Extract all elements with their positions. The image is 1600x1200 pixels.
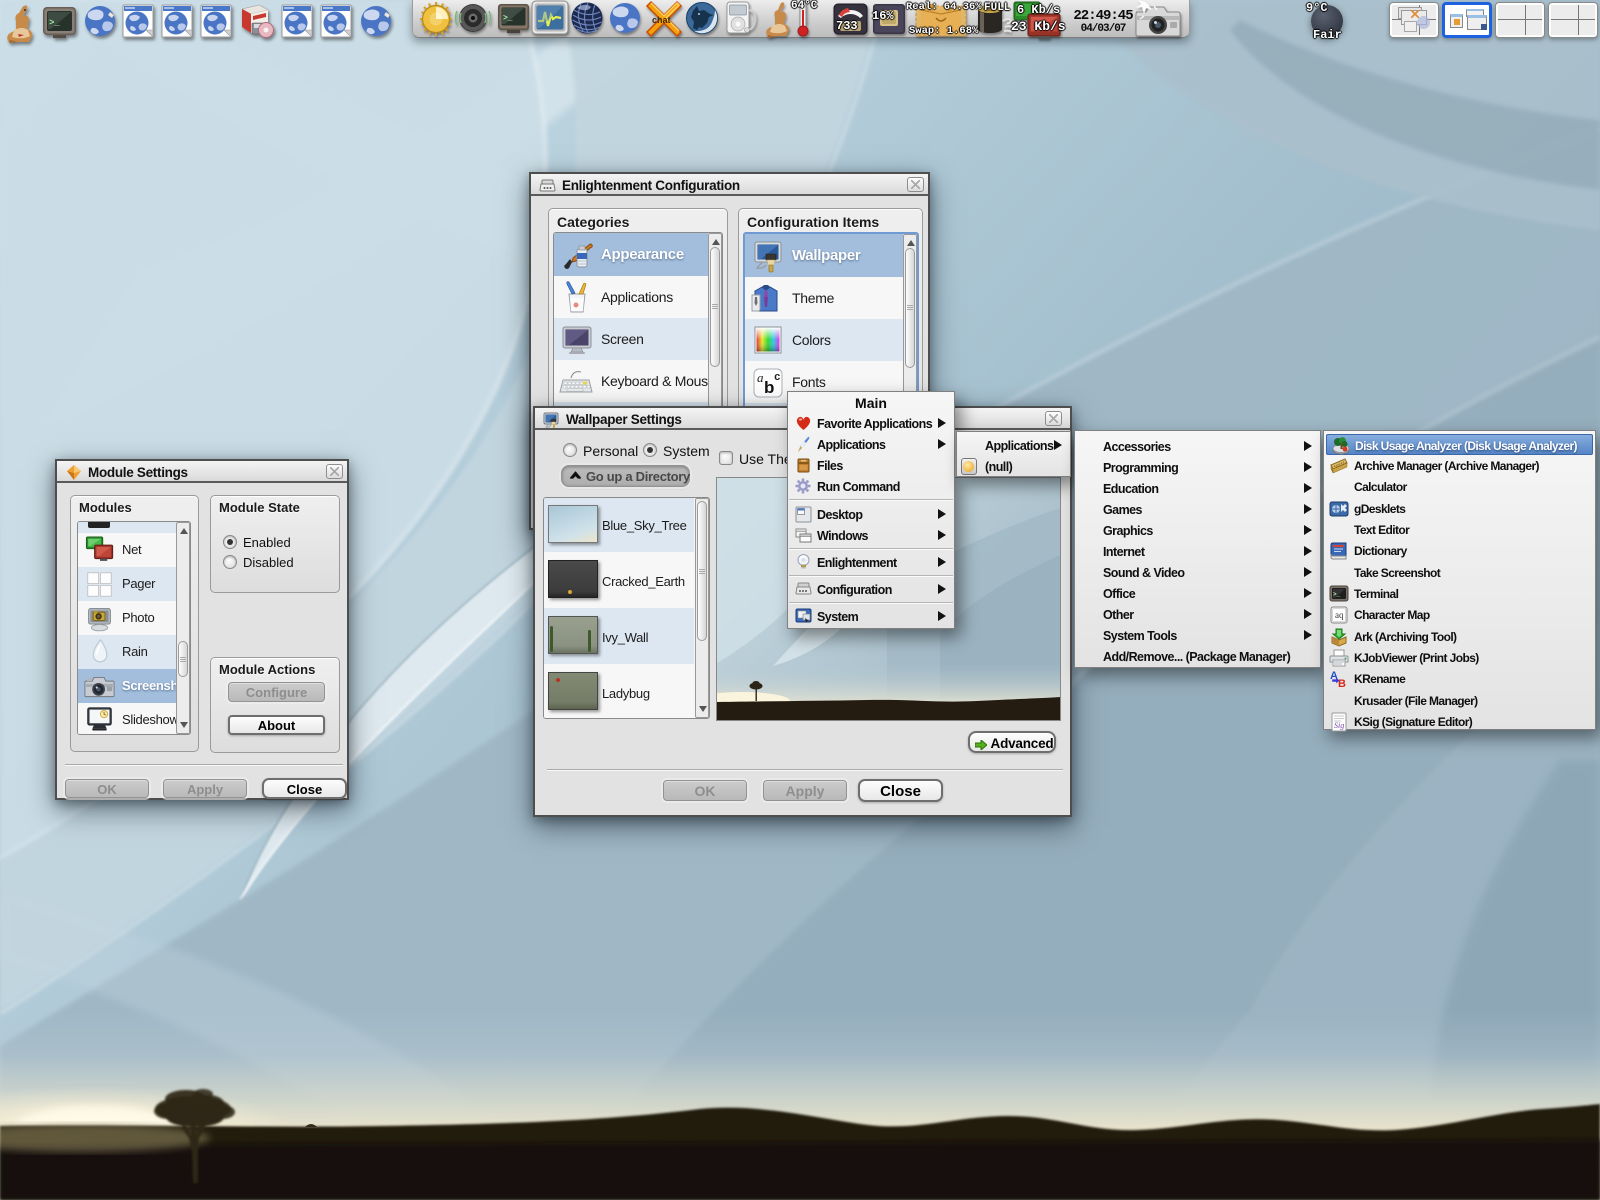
svg-text:Sig: Sig: [1334, 721, 1344, 730]
svg-text:c: c: [774, 372, 781, 384]
svg-text:B: B: [1338, 678, 1346, 689]
svg-text:chat: chat: [652, 15, 671, 25]
svg-text:aq: aq: [1335, 610, 1344, 620]
svg-text:a: a: [757, 370, 764, 385]
svg-text:b: b: [764, 378, 774, 397]
svg-text:>_: >_: [1333, 591, 1341, 598]
svg-text:>_: >_: [503, 14, 513, 23]
